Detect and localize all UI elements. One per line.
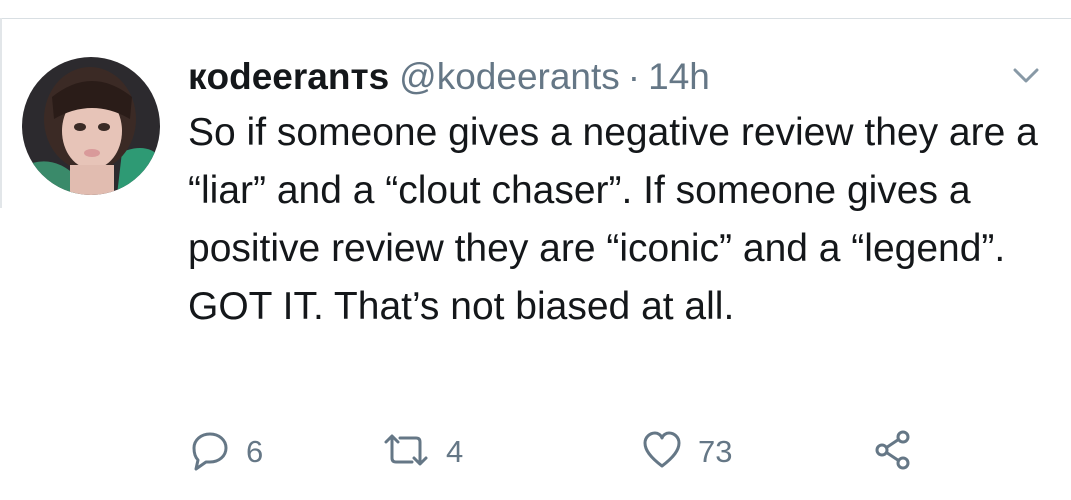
retweet-count: 4 (446, 434, 464, 469)
share-button[interactable] (872, 430, 916, 474)
chevron-down-icon[interactable] (1009, 62, 1043, 88)
separator-dot: · (627, 56, 641, 97)
tweet-header: кodeeranтs @kodeerants · 14h (188, 54, 710, 100)
action-bar: 6 4 73 (188, 430, 928, 474)
avatar[interactable] (22, 57, 160, 195)
retweet-button[interactable]: 4 (380, 430, 463, 474)
user-handle[interactable]: @kodeerants (399, 54, 620, 100)
top-divider (0, 18, 1071, 19)
reply-count: 6 (246, 434, 264, 469)
thread-edge (0, 18, 2, 208)
reply-icon (188, 428, 232, 477)
like-count: 73 (698, 434, 733, 469)
share-icon (872, 428, 916, 477)
timestamp[interactable]: 14h (648, 54, 710, 100)
reply-button[interactable]: 6 (188, 430, 263, 474)
heart-icon (640, 428, 684, 477)
profile-photo-image (22, 57, 160, 195)
tweet-text: So if someone gives a negative review th… (188, 111, 1038, 328)
display-name[interactable]: кodeeranтs (188, 54, 389, 100)
retweet-icon (380, 428, 432, 477)
like-button[interactable]: 73 (640, 430, 732, 474)
